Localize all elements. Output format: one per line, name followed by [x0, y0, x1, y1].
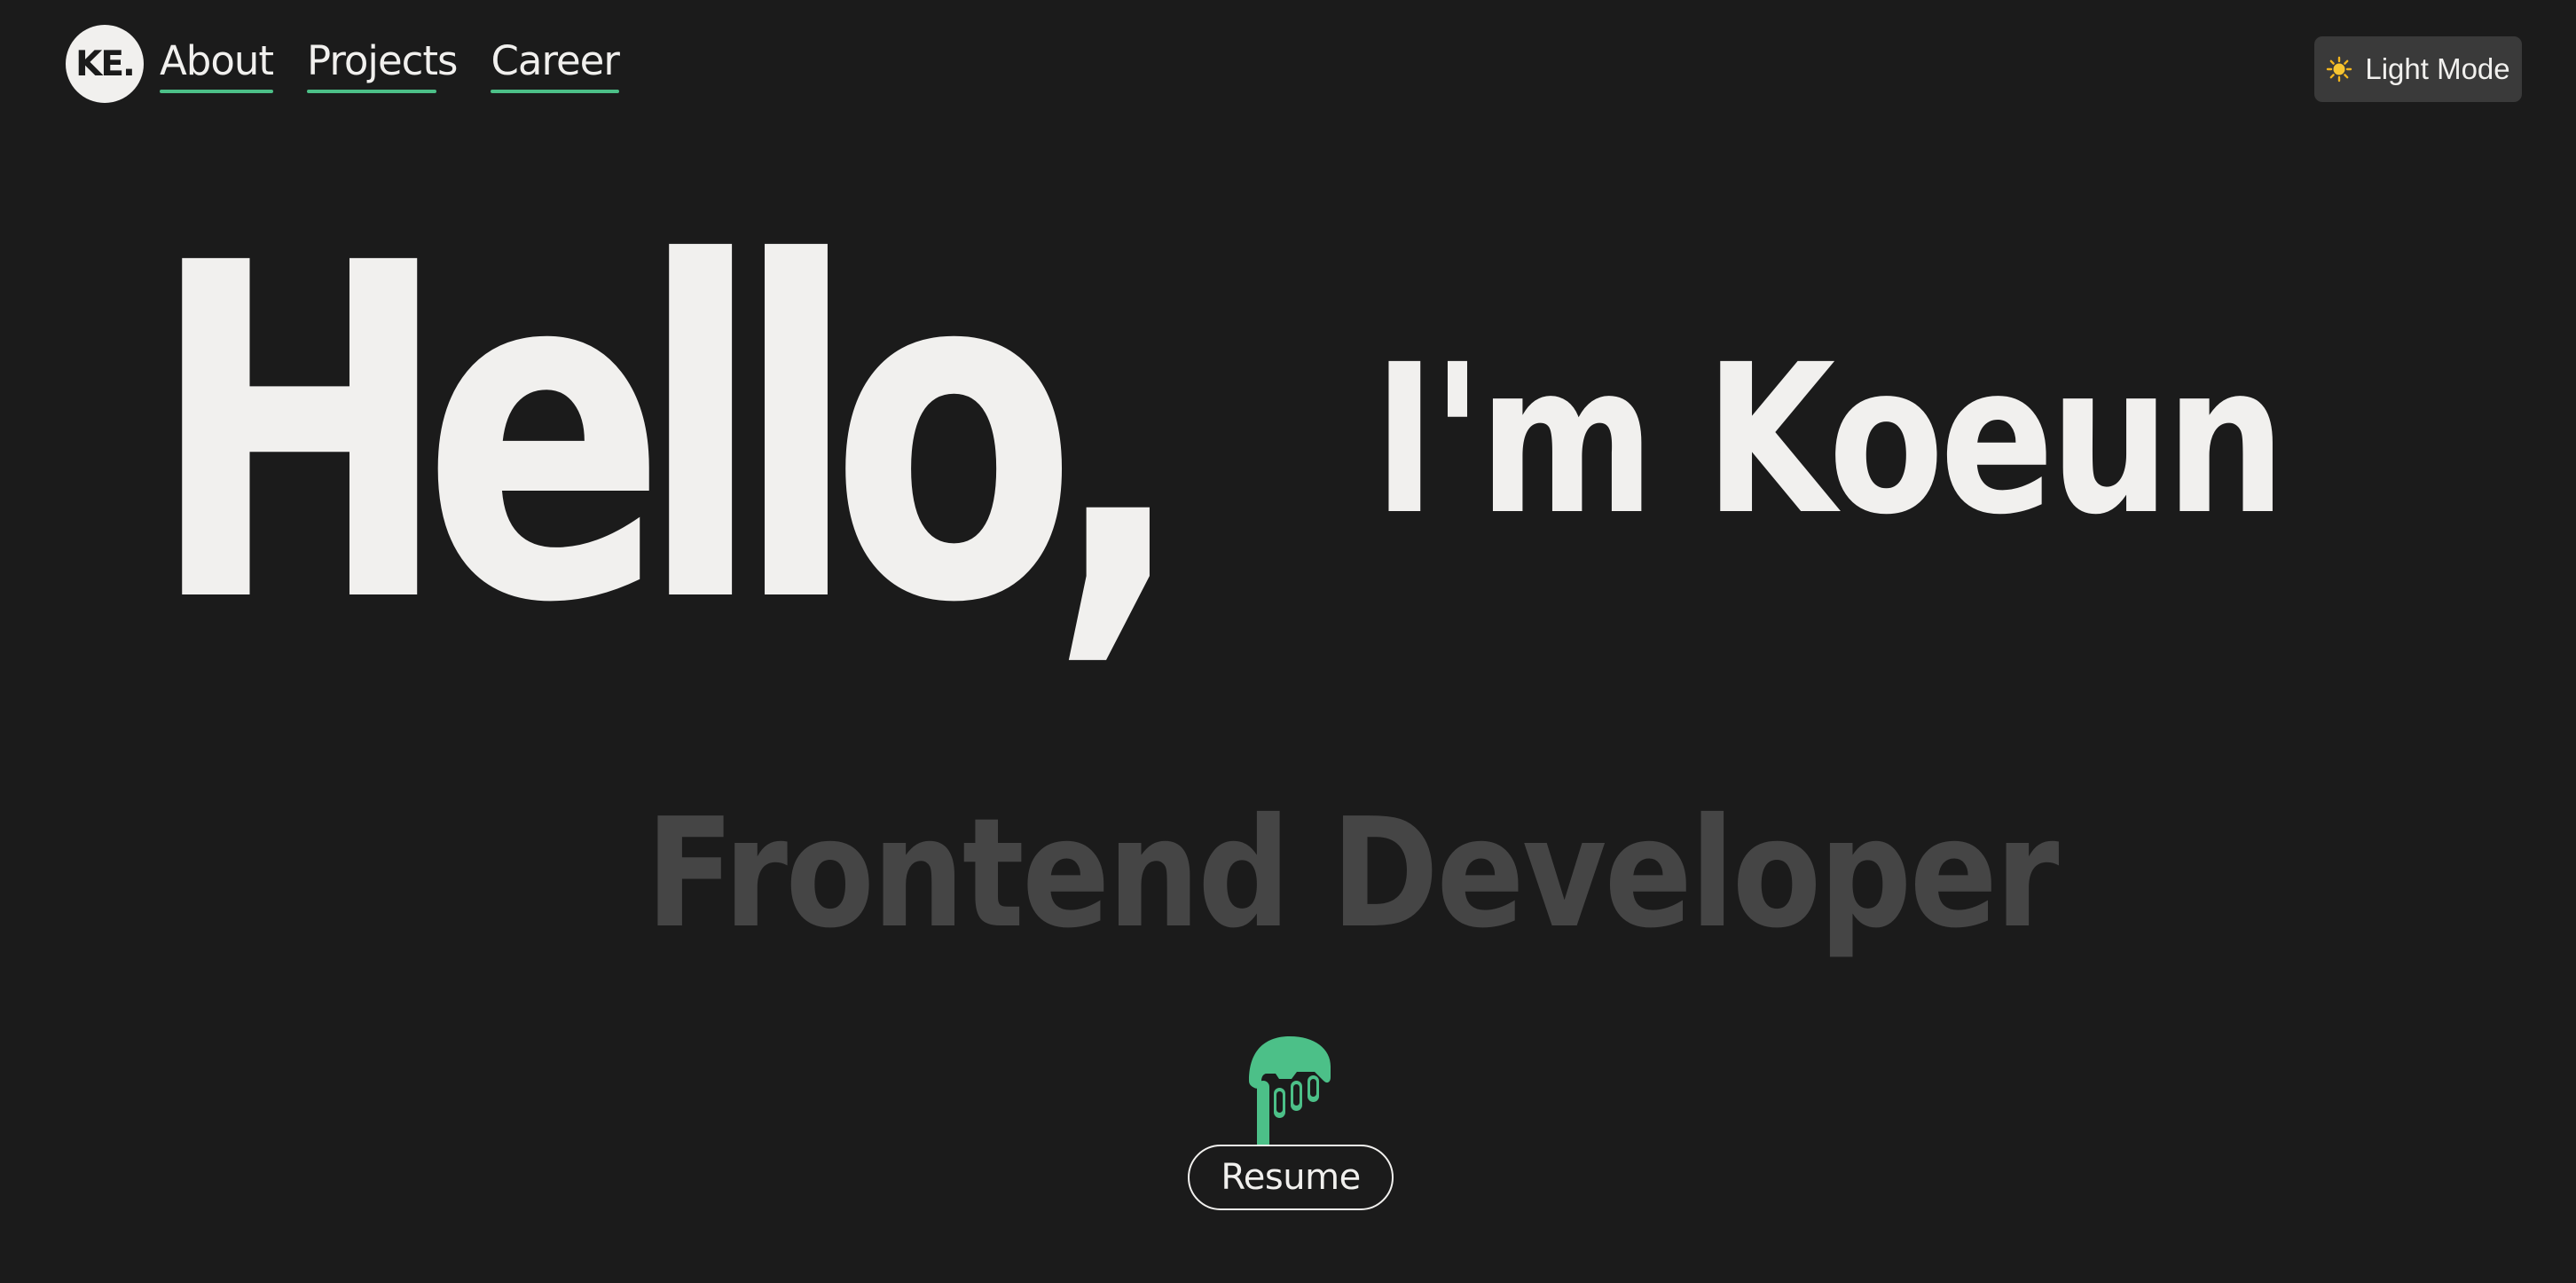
top-nav: KE. About Projects Career	[66, 25, 653, 103]
sun-icon	[2327, 56, 2352, 83]
hero-role: Frontend Developer	[646, 786, 2059, 962]
theme-toggle-button[interactable]: Light Mode	[2314, 36, 2522, 102]
theme-toggle-label: Light Mode	[2365, 52, 2510, 85]
hero-intro: I'm Koeun	[1373, 320, 2286, 560]
nav-link-about[interactable]: About	[160, 41, 274, 93]
logo-button[interactable]: KE.	[66, 25, 144, 103]
nav-link-career[interactable]: Career	[491, 41, 620, 93]
resume-button[interactable]: Resume	[1188, 1145, 1394, 1210]
mascot-icon	[1249, 1036, 1331, 1150]
nav-link-projects[interactable]: Projects	[307, 41, 458, 93]
hero-greeting: Hello,	[149, 166, 1186, 704]
